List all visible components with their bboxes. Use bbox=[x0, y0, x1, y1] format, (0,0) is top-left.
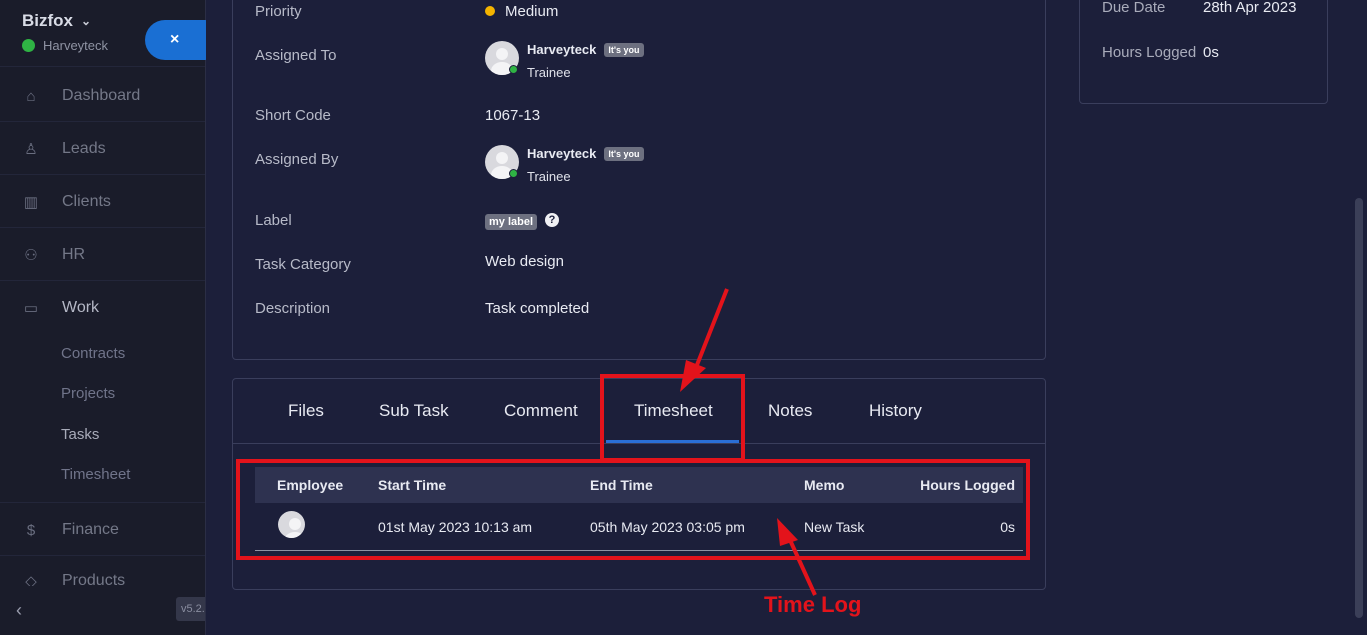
arrow-to-timesheet-tab bbox=[693, 288, 729, 371]
arrow-to-time-log bbox=[788, 539, 817, 596]
scrollbar-thumb[interactable] bbox=[1355, 198, 1363, 618]
arrow-head-icon bbox=[777, 518, 798, 546]
arrow-head-icon bbox=[680, 360, 706, 392]
app-root: Bizfox ⌄ Harveyteck ⌂ Dashboard ♙ Leads … bbox=[0, 0, 1367, 635]
annotation-arrows bbox=[680, 288, 817, 596]
time-log-annotation: Time Log bbox=[764, 592, 862, 617]
